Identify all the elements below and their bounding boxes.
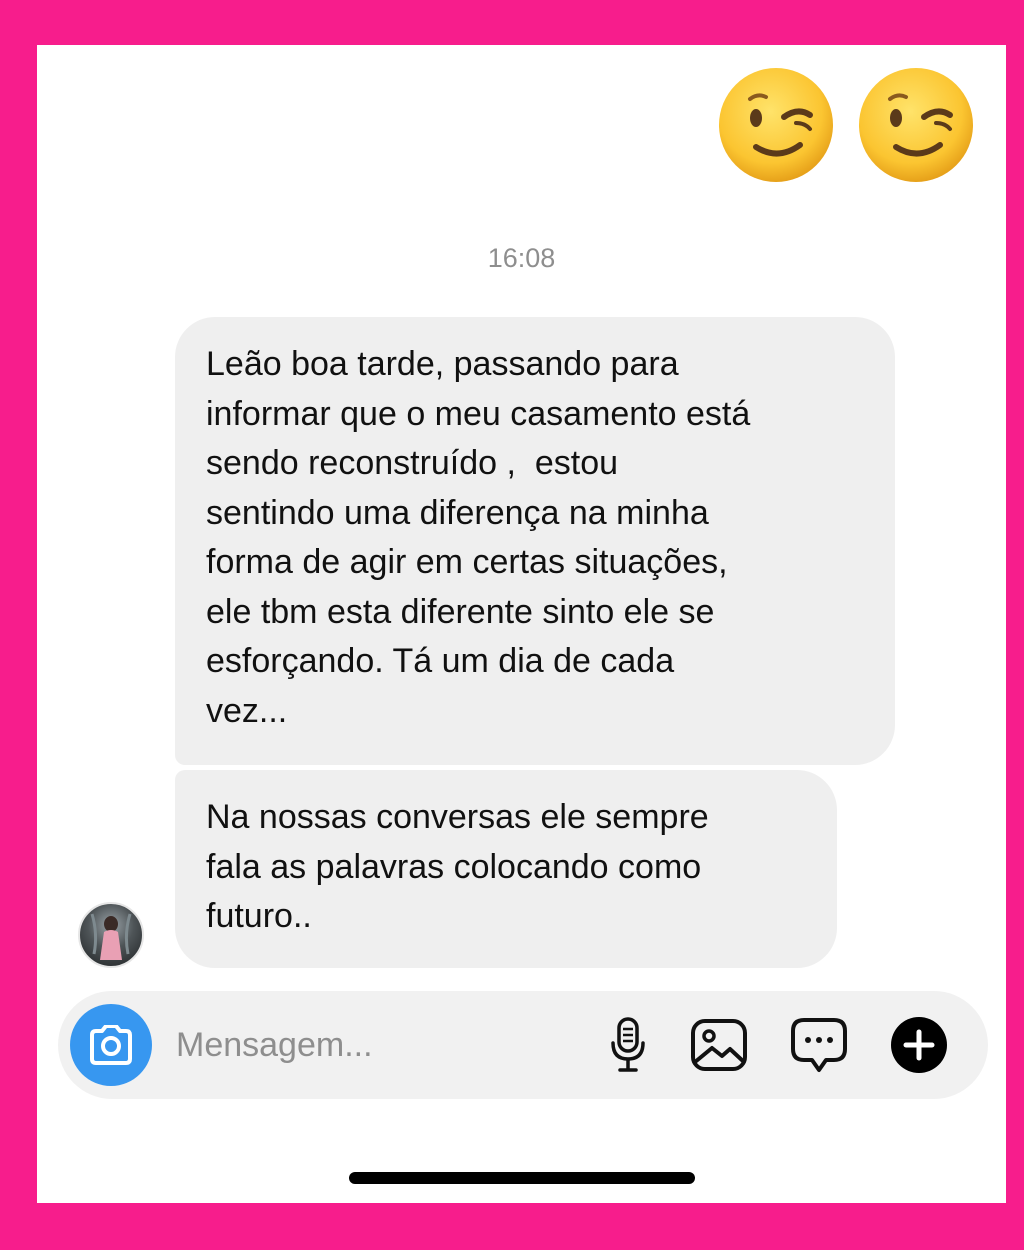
message-line: vez...: [206, 691, 288, 730]
message-line: sendo reconstruído , estou: [206, 444, 619, 482]
message-line: futuro..: [206, 897, 312, 935]
emoji-reaction-row: [716, 65, 976, 185]
message-line: informar que o meu casamento está: [206, 394, 751, 433]
home-indicator[interactable]: [349, 1172, 695, 1184]
plus-icon: [891, 1017, 947, 1073]
gallery-button[interactable]: [689, 1015, 749, 1075]
image-icon: [691, 1019, 747, 1071]
microphone-icon: [611, 1017, 645, 1072]
message-line: Leão boa tarde, passando para: [206, 345, 679, 383]
message-line: esforçando. Tá um dia de cada: [206, 642, 675, 680]
avatar-photo-icon: [90, 913, 132, 960]
more-options-button[interactable]: [889, 1015, 949, 1075]
message-composer: [58, 991, 988, 1099]
winking-face-emoji-icon: [719, 68, 833, 182]
chat-screen: 16:08 Leão boa tarde, passando para info…: [37, 45, 1006, 1203]
winking-face-emoji-icon: [859, 68, 973, 182]
message-bubble[interactable]: Leão boa tarde, passando para informar q…: [175, 317, 895, 765]
chat-bubble-icon: [791, 1018, 847, 1072]
message-timestamp: 16:08: [487, 243, 556, 273]
message-line: fala as palavras colocando como: [206, 847, 702, 886]
sticker-button[interactable]: [789, 1015, 849, 1075]
sender-avatar[interactable]: [78, 902, 144, 968]
camera-button[interactable]: [70, 1004, 152, 1086]
camera-icon: [90, 1025, 132, 1065]
message-line: sentindo uma diferença na minha: [206, 493, 709, 532]
message-input[interactable]: [176, 1021, 576, 1069]
message-line: forma de agir em certas situações,: [206, 543, 728, 581]
message-line: Na nossas conversas ele sempre: [206, 798, 709, 836]
message-bubble[interactable]: Na nossas conversas ele sempre fala as p…: [175, 770, 837, 968]
message-line: ele tbm esta diferente sinto ele se: [206, 592, 715, 631]
voice-message-button[interactable]: [598, 1015, 658, 1075]
